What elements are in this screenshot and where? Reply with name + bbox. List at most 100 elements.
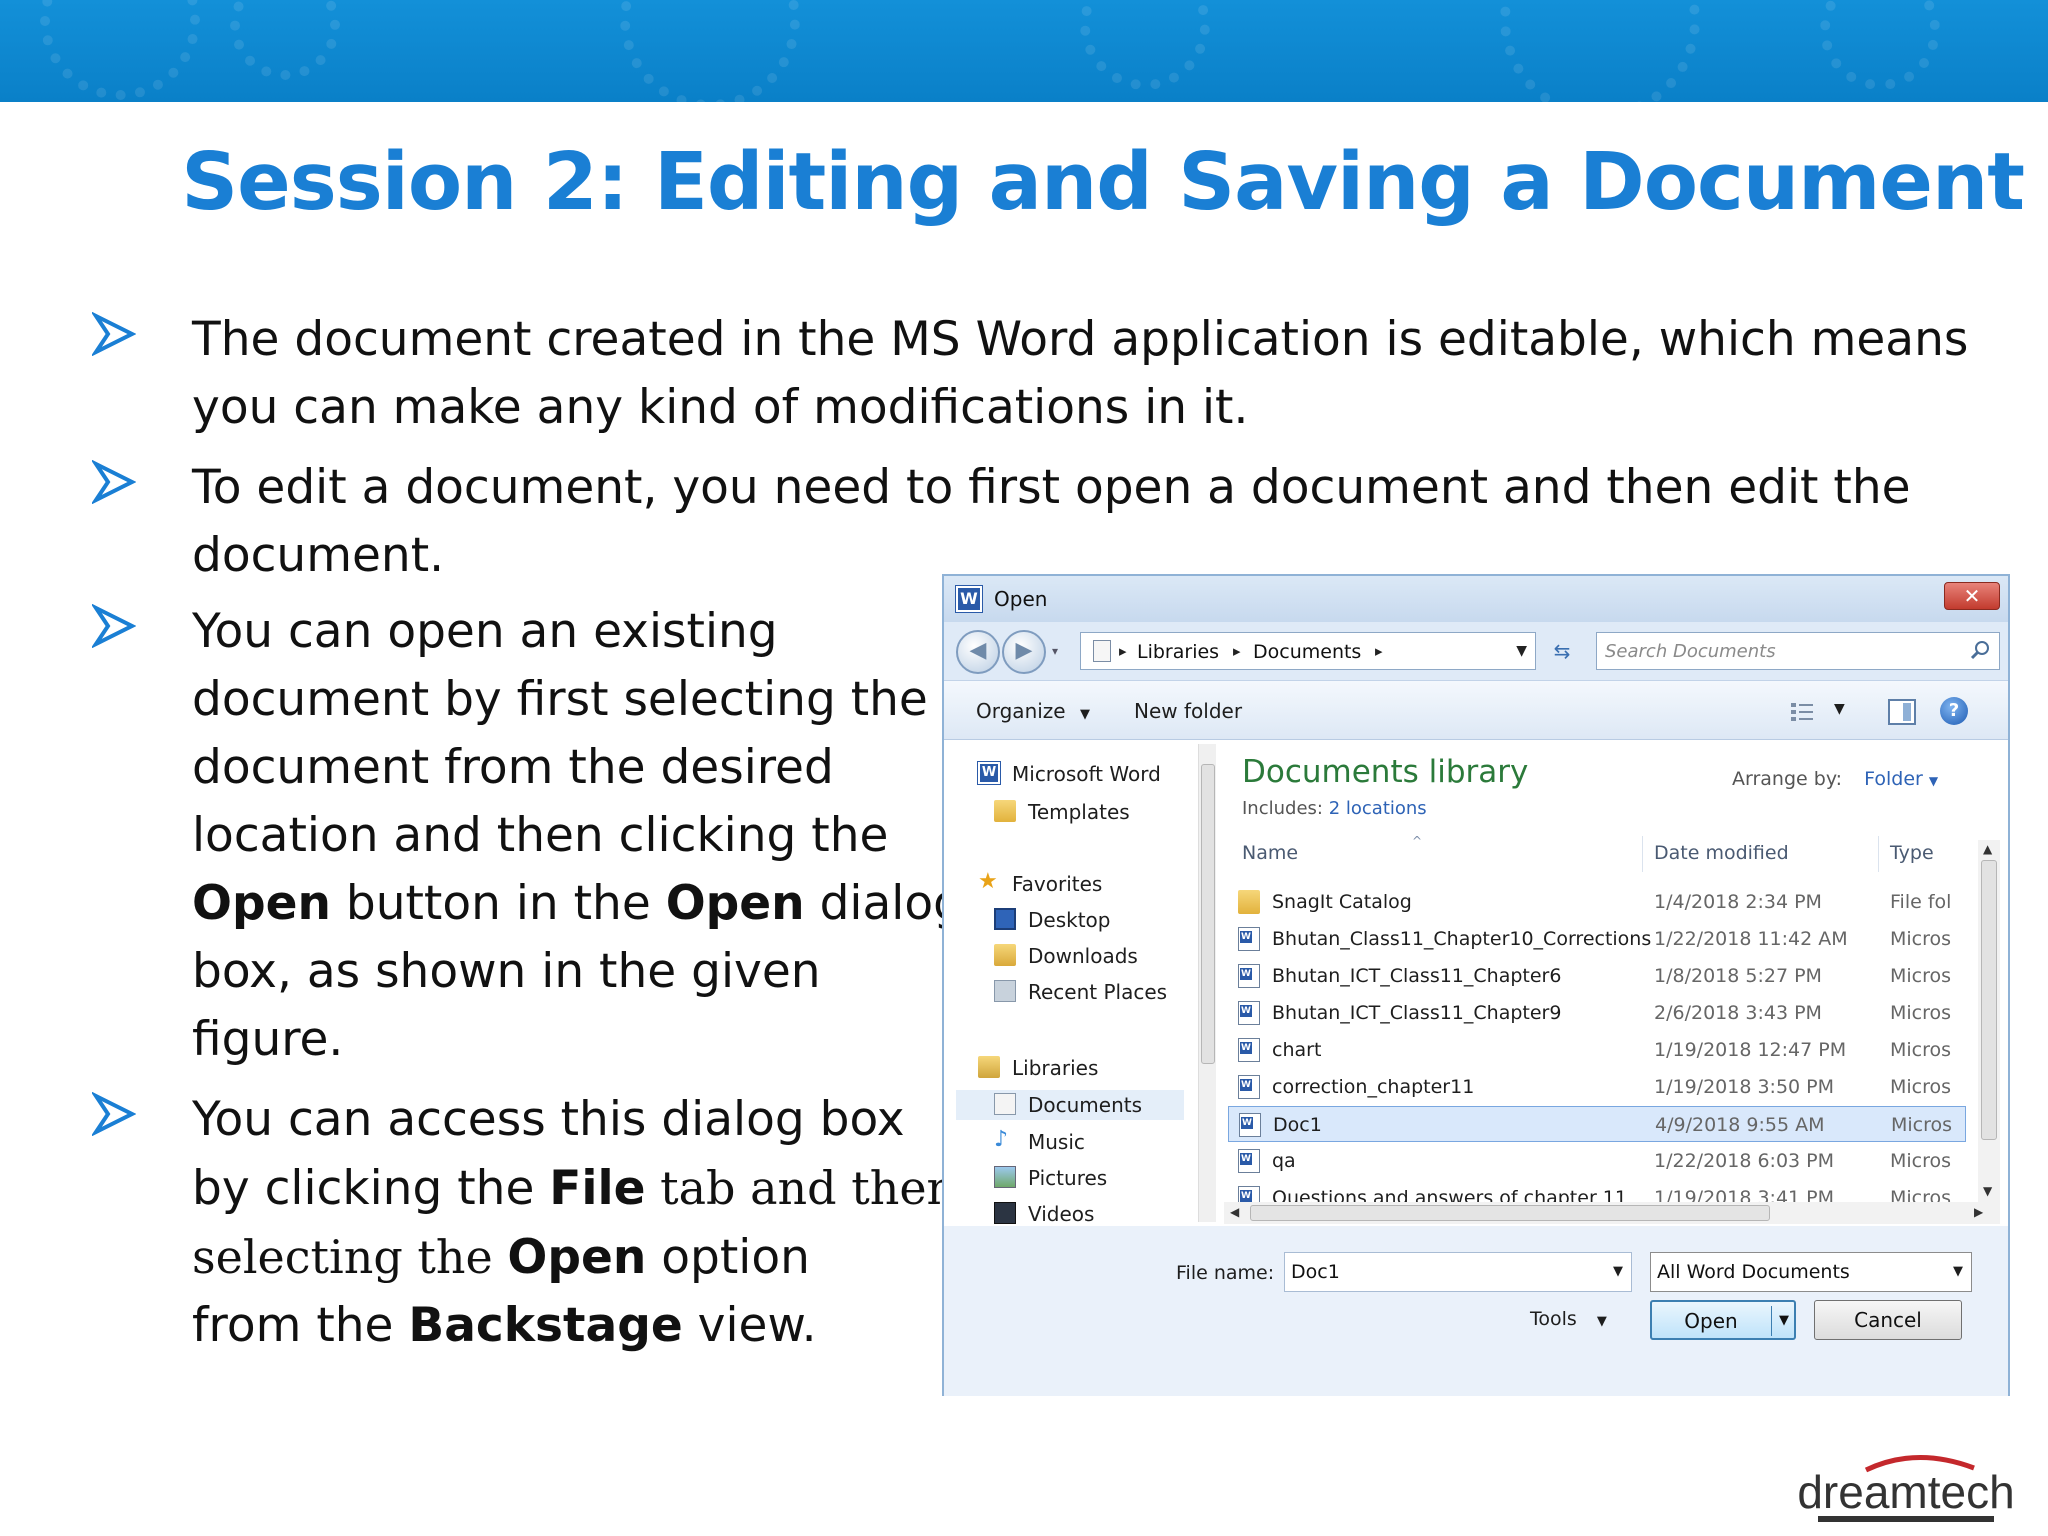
chevron-down-icon[interactable]: ▼ <box>1929 774 1938 788</box>
file-name: Bhutan_ICT_Class11_Chapter9 <box>1272 1002 1562 1024</box>
file-list-horizontal-scrollbar[interactable]: ◀ ▶ <box>1224 1202 2000 1224</box>
scroll-down-icon[interactable]: ▼ <box>1983 1184 1992 1198</box>
nav-item-documents[interactable]: Documents <box>956 1090 1184 1120</box>
scroll-up-icon[interactable]: ▲ <box>1983 842 1992 856</box>
file-type-select[interactable]: All Word Documents ▼ <box>1650 1252 1972 1292</box>
vertical-scroll-thumb[interactable] <box>1981 860 1997 1140</box>
bullet-line: box, as shown in the given <box>192 944 821 999</box>
dialog-body: W Microsoft Word Templates ★ Favorites D… <box>944 740 2008 1226</box>
file-row[interactable]: SnagIt Catalog 1/4/2018 2:34 PM File fol <box>1228 884 1966 920</box>
file-row[interactable]: Wqa 1/22/2018 6:03 PM Micros <box>1228 1143 1966 1179</box>
arrange-by-dropdown[interactable]: Folder <box>1864 768 1923 790</box>
bullet-fragment: selecting the <box>192 1230 508 1284</box>
word-document-icon: W <box>1238 1149 1260 1173</box>
search-input[interactable] <box>1605 639 1945 663</box>
forward-button[interactable]: ▶ <box>1002 630 1046 674</box>
column-divider[interactable] <box>1642 836 1643 872</box>
address-bar[interactable]: ▸ Libraries ▸ Documents ▸ ▼ <box>1080 632 1536 670</box>
documents-icon <box>994 1093 1016 1115</box>
dreamtech-logo: dreamtech <box>1797 1455 2015 1522</box>
open-button[interactable]: Open ▼ <box>1650 1300 1796 1340</box>
word-app-icon: W <box>955 585 983 613</box>
column-header-type[interactable]: Type <box>1890 842 1934 864</box>
dialog-titlebar: W Open ✕ <box>944 576 2008 622</box>
file-date: 1/19/2018 12:47 PM <box>1654 1039 1847 1061</box>
bullet-line: document by first selecting the <box>192 672 928 727</box>
cancel-button[interactable]: Cancel <box>1814 1300 1962 1340</box>
view-dropdown-icon[interactable]: ▼ <box>1834 701 1845 717</box>
column-header-name[interactable]: Name <box>1242 842 1298 864</box>
horizontal-scroll-thumb[interactable] <box>1250 1205 1770 1221</box>
file-date: 4/9/2018 9:55 AM <box>1655 1114 1825 1136</box>
bullet-line: Open button in the Open dialog <box>192 870 963 938</box>
file-list-pane: Documents library Includes: 2 locations … <box>1224 740 2010 1226</box>
bullet-line: you can make any kind of modifications i… <box>192 380 1249 435</box>
file-row[interactable]: W Bhutan_ICT_Class11_Chapter9 2/6/2018 3:4… <box>1228 995 1966 1031</box>
file-row[interactable]: W Bhutan_ICT_Class11_Chapter6 1/8/2018 5:2… <box>1228 958 1966 994</box>
downloads-folder-icon <box>994 944 1016 966</box>
file-name: Bhutan_Class11_Chapter10_Corrections <box>1272 928 1652 950</box>
file-name-label: File name: <box>1176 1262 1275 1284</box>
search-box[interactable] <box>1596 632 2000 670</box>
file-name: SnagIt Catalog <box>1272 891 1412 913</box>
bold-term: File <box>549 1161 646 1216</box>
column-divider[interactable] <box>1878 836 1879 872</box>
locations-link[interactable]: 2 locations <box>1329 798 1427 819</box>
tools-button[interactable]: Tools ▼ <box>1530 1308 1607 1330</box>
file-row[interactable]: W Doc1 4/9/2018 9:55 AM Micros <box>1228 1106 1966 1142</box>
back-button[interactable]: ◀ <box>956 630 1000 674</box>
open-label: Open <box>1684 1309 1738 1333</box>
file-name-input[interactable] <box>1291 1260 1591 1284</box>
file-name: correction_chapter11 <box>1272 1076 1475 1098</box>
refresh-button[interactable]: ⇆ <box>1544 634 1580 668</box>
breadcrumb-libraries[interactable]: Libraries <box>1137 641 1219 663</box>
nav-item-label: Downloads <box>1028 944 1138 968</box>
bullet-text: The document created in the MS Word appl… <box>192 306 1968 442</box>
help-icon[interactable]: ? <box>1940 697 1968 725</box>
file-name-field[interactable]: ▼ <box>1284 1252 1632 1292</box>
banner-gear-decoration <box>620 0 800 102</box>
nav-item-label: Pictures <box>1028 1166 1108 1190</box>
open-dialog: W Open ✕ ◀ ▶ ▾ ▸ Libraries ▸ Documents ▸… <box>942 574 2010 1396</box>
breadcrumb-documents[interactable]: Documents <box>1253 641 1361 663</box>
nav-scroll-thumb[interactable] <box>1201 764 1215 1064</box>
organize-button[interactable]: Organize ▼ <box>976 699 1090 723</box>
word-document-icon: W <box>1238 1075 1260 1099</box>
file-row[interactable]: Wchart 1/19/2018 12:47 PM Micros <box>1228 1032 1966 1068</box>
bold-term: Open <box>507 1230 647 1285</box>
scroll-right-icon[interactable]: ▶ <box>1974 1205 1983 1219</box>
file-row[interactable]: Wcorrection_chapter11 1/19/2018 3:50 PM Mi… <box>1228 1069 1966 1105</box>
open-options-dropdown-icon[interactable]: ▼ <box>1779 1302 1789 1340</box>
bullet-arrow-icon <box>92 1092 136 1136</box>
search-icon[interactable] <box>1969 639 1991 661</box>
file-row[interactable]: W Bhutan_Class11_Chapter10_Corrections 1/2… <box>1228 921 1966 957</box>
bullet-fragment: option <box>646 1230 810 1285</box>
recent-pages-dropdown-icon[interactable]: ▾ <box>1052 644 1058 658</box>
navigation-bar: ◀ ▶ ▾ ▸ Libraries ▸ Documents ▸ ▼ ⇆ <box>944 622 2008 680</box>
change-view-icon[interactable] <box>1790 701 1816 723</box>
organize-label: Organize <box>976 699 1066 723</box>
file-type: Micros <box>1891 1114 1953 1136</box>
file-name-dropdown-icon[interactable]: ▼ <box>1613 1264 1623 1279</box>
arrange-label: Arrange by: <box>1732 768 1843 790</box>
address-dropdown-icon[interactable]: ▼ <box>1516 643 1527 659</box>
new-folder-button[interactable]: New folder <box>1134 699 1242 723</box>
slide-title: Session 2: Editing and Saving a Document <box>181 136 2025 228</box>
file-list-vertical-scrollbar[interactable]: ▲ ▼ <box>1978 840 2000 1202</box>
close-button[interactable]: ✕ <box>1944 582 2000 610</box>
file-type: Micros <box>1890 1002 1952 1024</box>
bullet-text: To edit a document, you need to first op… <box>192 454 1911 590</box>
chevron-down-icon: ▼ <box>1079 707 1090 722</box>
nav-pane-scrollbar[interactable] <box>1198 744 1216 1222</box>
banner-gear-decoration <box>1500 0 1700 102</box>
column-header-date[interactable]: Date modified <box>1654 842 1789 864</box>
preview-pane-icon[interactable] <box>1888 699 1916 725</box>
file-type: Micros <box>1890 965 1952 987</box>
breadcrumb-separator-icon: ▸ <box>1233 642 1241 660</box>
bullet-fragment: from the <box>192 1298 409 1353</box>
scroll-left-icon[interactable]: ◀ <box>1230 1205 1239 1219</box>
word-document-icon: W <box>1238 1038 1260 1062</box>
banner-gear-decoration <box>1820 0 1940 90</box>
file-date: 1/22/2018 11:42 AM <box>1654 928 1848 950</box>
logo-text: dreamtech <box>1797 1466 2014 1518</box>
